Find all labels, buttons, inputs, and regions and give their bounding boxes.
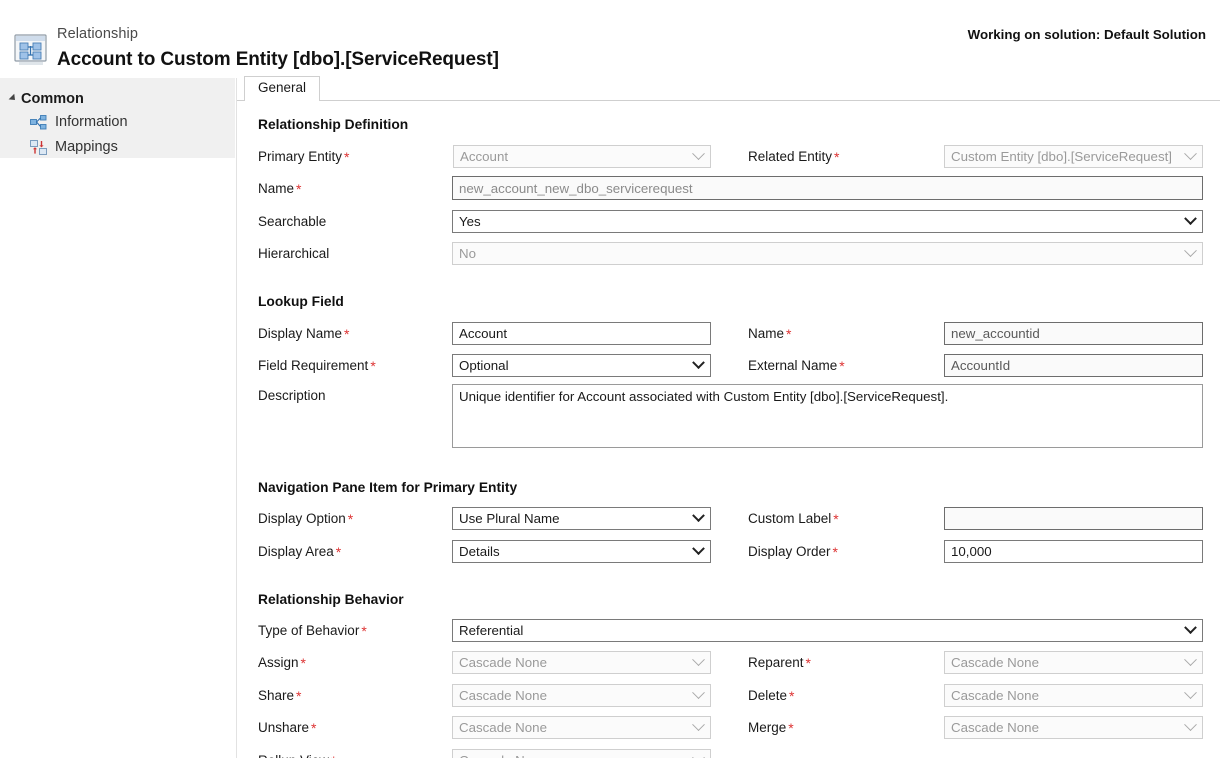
delete-select[interactable]: Cascade None <box>944 684 1203 707</box>
page-header: Relationship Account to Custom Entity [d… <box>0 0 1220 78</box>
type-of-behavior-select[interactable]: Referential <box>452 619 1203 642</box>
tab-strip: General <box>237 76 1220 101</box>
chevron-down-icon <box>692 750 705 758</box>
reparent-select[interactable]: Cascade None <box>944 651 1203 674</box>
sidebar-item-label: Information <box>55 114 128 130</box>
information-nodes-icon <box>30 114 47 130</box>
chevron-down-icon <box>692 717 705 731</box>
section-title-navigation-pane: Navigation Pane Item for Primary Entity <box>258 480 518 495</box>
field-requirement-select[interactable]: Optional <box>452 354 711 377</box>
label-hierarchical: Hierarchical <box>258 246 330 261</box>
chevron-down-icon <box>692 541 705 555</box>
sidebar-item-information[interactable]: Information <box>30 114 128 130</box>
chevron-down-icon <box>1184 685 1197 699</box>
header-eyebrow: Relationship <box>57 26 138 42</box>
chevron-down-icon <box>692 508 705 522</box>
label-share: Share * <box>258 688 302 704</box>
label-relationship-name: Name * <box>258 181 302 197</box>
sidebar-group-label: Common <box>21 91 84 107</box>
label-delete: Delete * <box>748 688 795 704</box>
relationship-window-icon <box>12 33 50 67</box>
share-select[interactable]: Cascade None <box>452 684 711 707</box>
related-entity-select[interactable]: Custom Entity [dbo].[ServiceRequest] <box>944 145 1203 168</box>
section-title-relationship-behavior: Relationship Behavior <box>258 592 404 607</box>
label-unshare: Unshare * <box>258 720 317 736</box>
sidebar: Common Information Mappings <box>0 78 235 158</box>
label-display-order: Display Order * <box>748 544 838 560</box>
assign-select[interactable]: Cascade None <box>452 651 711 674</box>
sidebar-item-label: Mappings <box>55 139 118 155</box>
searchable-select[interactable]: Yes <box>452 210 1203 233</box>
label-searchable: Searchable <box>258 214 327 229</box>
chevron-down-icon <box>1184 717 1197 731</box>
display-area-select[interactable]: Details <box>452 540 711 563</box>
merge-select[interactable]: Cascade None <box>944 716 1203 739</box>
mappings-arrow-icon <box>30 139 47 155</box>
section-title-relationship-definition: Relationship Definition <box>258 117 409 132</box>
label-display-name: Display Name * <box>258 326 350 342</box>
chevron-down-icon <box>1184 652 1197 666</box>
sidebar-group-common[interactable]: Common <box>8 91 84 107</box>
general-tab-panel: Relationship Definition Primary Entity * … <box>237 101 1220 758</box>
chevron-down-icon <box>692 652 705 666</box>
label-merge: Merge * <box>748 720 794 736</box>
display-name-input[interactable]: Account <box>452 322 711 345</box>
tab-general[interactable]: General <box>244 76 321 101</box>
label-display-area: Display Area * <box>258 544 342 560</box>
chevron-down-icon <box>692 355 705 369</box>
description-textarea[interactable]: Unique identifier for Account associated… <box>452 384 1203 448</box>
relationship-name-input[interactable]: new_account_new_dbo_servicerequest <box>452 176 1203 200</box>
section-title-lookup-field: Lookup Field <box>258 294 344 309</box>
sidebar-item-mappings[interactable]: Mappings <box>30 139 118 155</box>
chevron-down-icon <box>692 146 705 160</box>
rollup-view-select[interactable]: Cascade None <box>452 749 711 758</box>
page-title: Account to Custom Entity [dbo].[ServiceR… <box>57 49 499 70</box>
label-reparent: Reparent * <box>748 655 811 671</box>
label-type-of-behavior: Type of Behavior * <box>258 623 367 639</box>
chevron-down-icon <box>1184 620 1197 634</box>
custom-label-input[interactable] <box>944 507 1203 530</box>
unshare-select[interactable]: Cascade None <box>452 716 711 739</box>
collapse-triangle-icon <box>8 93 18 103</box>
label-primary-entity: Primary Entity * <box>258 149 350 165</box>
primary-entity-select[interactable]: Account <box>453 145 711 168</box>
label-field-requirement: Field Requirement * <box>258 358 376 374</box>
chevron-down-icon <box>1184 243 1197 257</box>
label-related-entity: Related Entity * <box>748 149 840 165</box>
label-rollup-view: Rollup View* <box>258 753 337 758</box>
hierarchical-select[interactable]: No <box>452 242 1203 265</box>
chevron-down-icon <box>1184 146 1197 160</box>
label-description: Description <box>258 388 326 403</box>
chevron-down-icon <box>692 685 705 699</box>
lookup-name-input[interactable]: new_accountid <box>944 322 1203 345</box>
label-external-name: External Name * <box>748 358 845 374</box>
chevron-down-icon <box>1184 211 1197 225</box>
display-option-select[interactable]: Use Plural Name <box>452 507 711 530</box>
label-lookup-name: Name * <box>748 326 792 342</box>
label-display-option: Display Option * <box>258 511 354 527</box>
working-solution-label: Working on solution: Default Solution <box>967 27 1206 42</box>
label-assign: Assign * <box>258 655 306 671</box>
label-custom-label: Custom Label * <box>748 511 839 527</box>
external-name-input[interactable]: AccountId <box>944 354 1203 377</box>
display-order-input[interactable]: 10,000 <box>944 540 1203 563</box>
